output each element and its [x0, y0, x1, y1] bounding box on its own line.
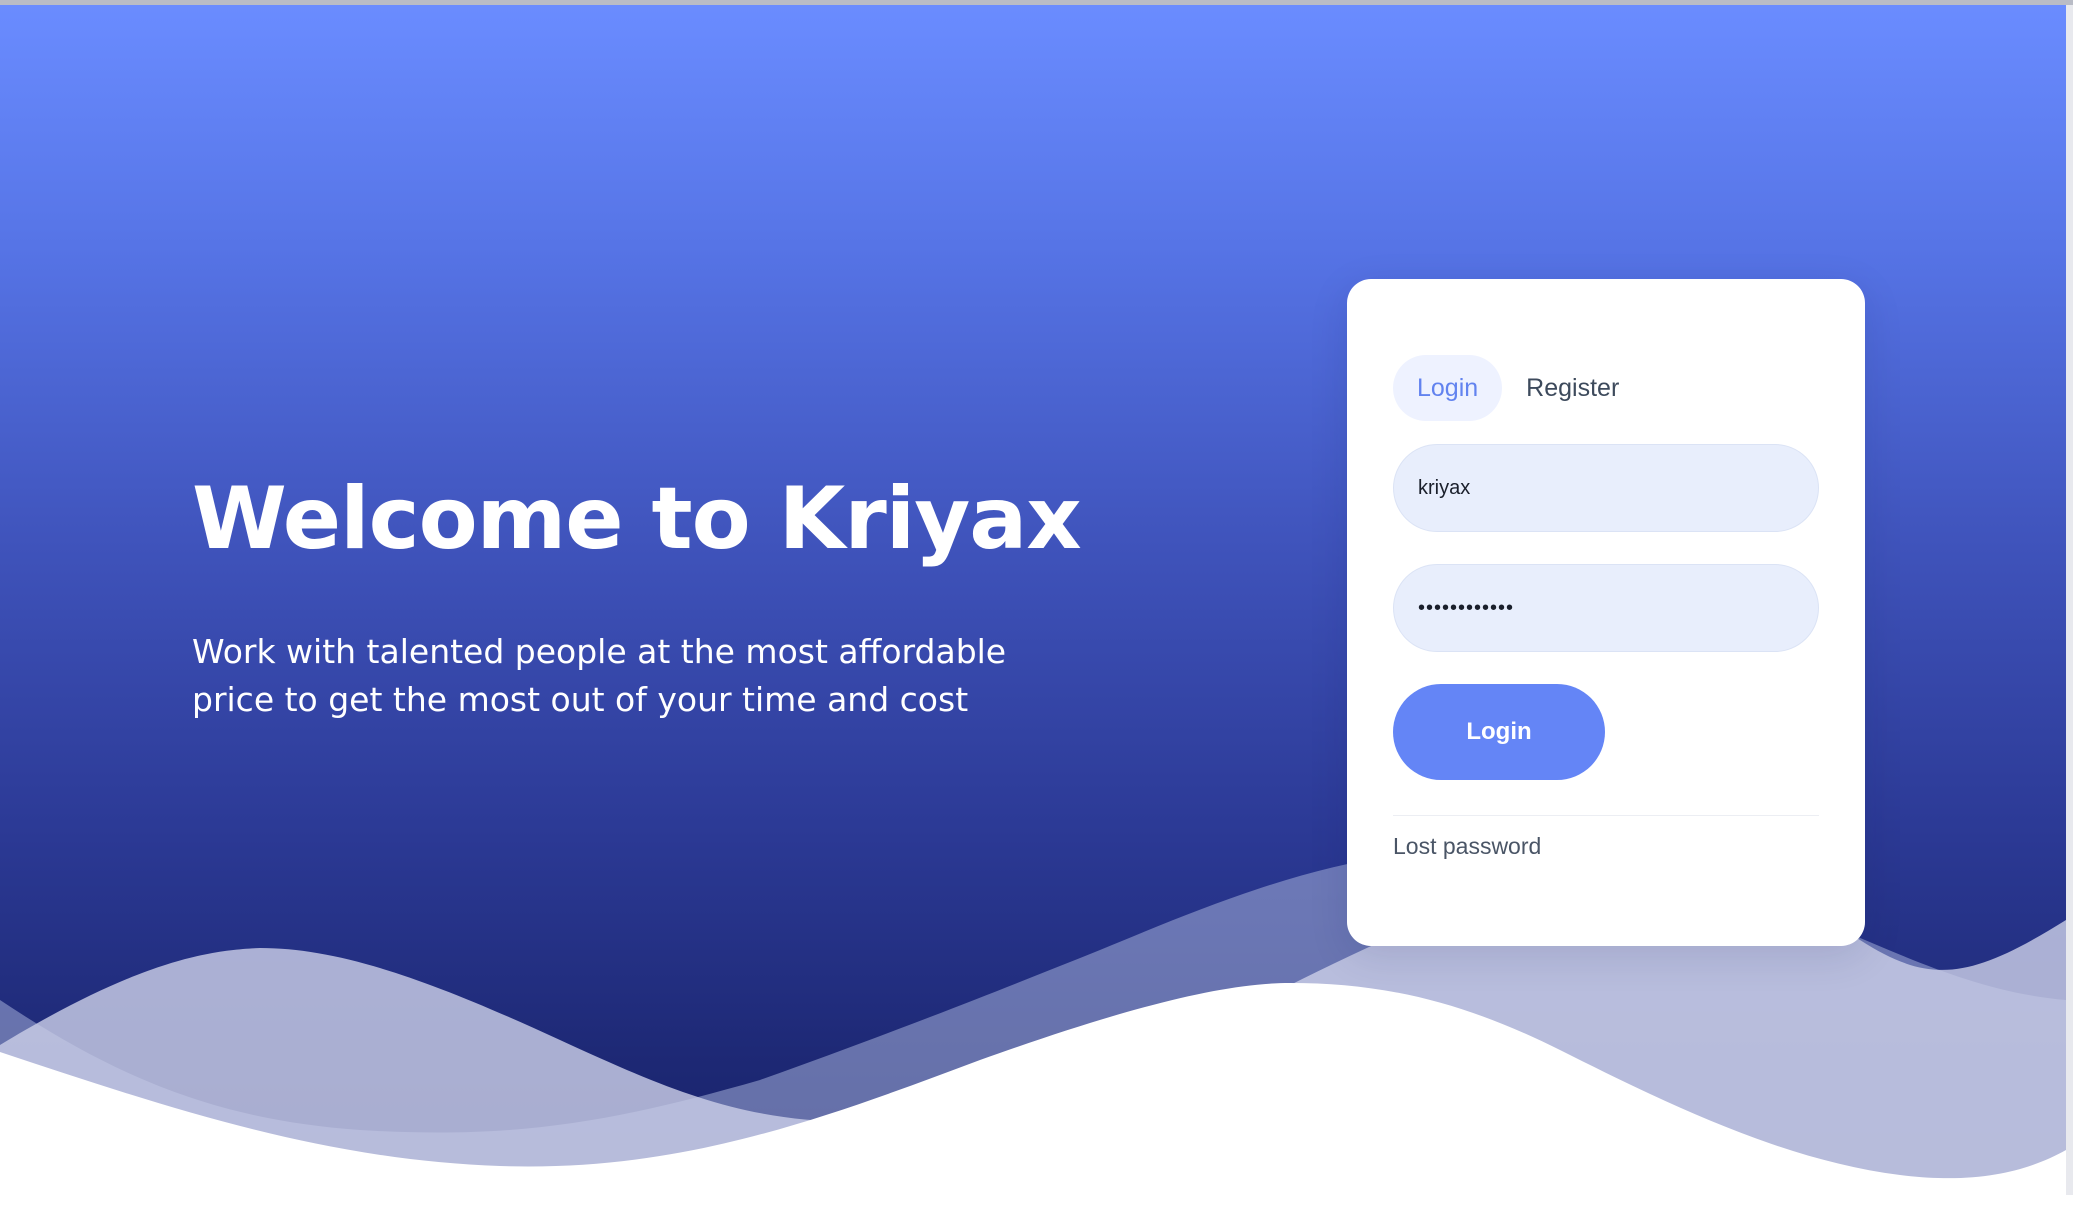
page: Welcome to Kriyax Work with talented peo… — [0, 0, 2073, 1210]
scrollbar-thumb[interactable] — [2066, 5, 2073, 1195]
password-input[interactable] — [1393, 564, 1819, 652]
hero-subtitle: Work with talented people at the most af… — [192, 632, 1007, 719]
lost-password-link[interactable]: Lost password — [1393, 833, 1541, 860]
login-button[interactable]: Login — [1393, 684, 1605, 780]
auth-tabs: Login Register — [1393, 355, 1643, 421]
login-card: Login Register Login Lost password — [1347, 279, 1865, 946]
hero-title: Welcome to Kriyax — [192, 469, 1082, 569]
tab-register[interactable]: Register — [1502, 355, 1643, 421]
tab-login[interactable]: Login — [1393, 355, 1503, 421]
card-divider — [1393, 815, 1819, 816]
window-top-border — [0, 0, 2073, 5]
username-input[interactable] — [1393, 444, 1819, 532]
hero-text: Welcome to Kriyax Work with talented peo… — [192, 466, 1092, 724]
